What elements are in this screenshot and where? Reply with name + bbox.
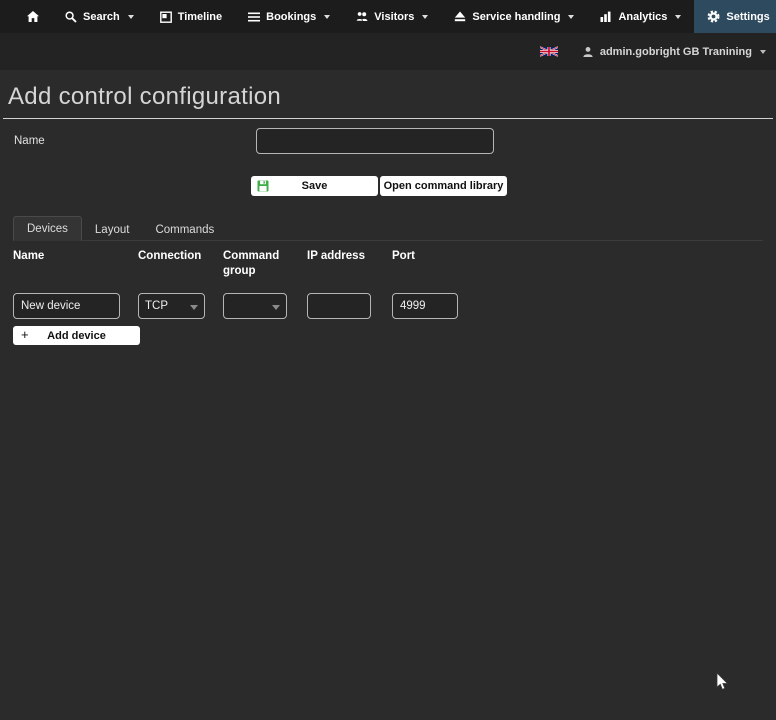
eject-icon <box>454 11 466 22</box>
name-input[interactable] <box>256 128 494 154</box>
nav-settings-label: Settings <box>726 10 770 23</box>
nav-analytics[interactable]: Analytics <box>587 0 694 33</box>
gear-icon <box>707 10 720 23</box>
nav-settings[interactable]: Settings <box>694 0 776 33</box>
open-command-library-label: Open command library <box>383 180 504 192</box>
port-input[interactable] <box>392 293 458 319</box>
home-icon <box>27 11 39 22</box>
main-content: Add control configuration Name Save Open… <box>0 70 776 720</box>
action-buttons: Save Open command library <box>251 176 776 196</box>
header-ip-address: IP address <box>307 250 365 262</box>
uk-flag-icon[interactable] <box>539 46 558 57</box>
chevron-down-icon <box>272 305 280 310</box>
header-port: Port <box>392 250 415 262</box>
nav-timeline[interactable]: Timeline <box>147 0 235 33</box>
nav-bookings[interactable]: Bookings <box>235 0 343 33</box>
nav-visitors-label: Visitors <box>374 10 415 23</box>
devices-table-header: Name Connection Command group IP address… <box>13 249 776 279</box>
save-button[interactable]: Save <box>251 176 378 196</box>
title-divider <box>3 118 773 119</box>
save-button-label: Save <box>301 180 328 192</box>
calendar-icon <box>159 11 172 23</box>
save-floppy-icon <box>257 180 269 192</box>
chevron-down-icon <box>190 305 198 310</box>
name-form-row: Name <box>0 128 776 154</box>
user-menu-label: admin.gobright GB Tranining <box>599 45 752 58</box>
open-command-library-button[interactable]: Open command library <box>380 176 507 196</box>
chevron-down-icon <box>568 14 575 19</box>
chevron-down-icon <box>324 14 331 19</box>
connection-select-value: TCP <box>145 300 168 312</box>
nav-home[interactable] <box>14 0 52 33</box>
header-connection: Connection <box>138 250 202 262</box>
plus-icon: + <box>21 327 29 342</box>
device-row: TCP <box>13 293 776 319</box>
nav-visitors[interactable]: Visitors <box>343 0 441 33</box>
header-name: Name <box>13 250 45 262</box>
people-icon <box>356 11 368 22</box>
header-command-group: Command group <box>223 250 280 277</box>
tab-commands[interactable]: Commands <box>142 218 227 241</box>
nav-bookings-label: Bookings <box>266 10 317 23</box>
connection-select[interactable]: TCP <box>138 293 205 319</box>
nav-analytics-label: Analytics <box>618 10 668 23</box>
chevron-down-icon <box>422 14 429 19</box>
nav-search-label: Search <box>83 10 120 23</box>
device-name-input[interactable] <box>13 293 120 319</box>
list-icon <box>248 12 261 22</box>
search-icon <box>65 10 77 23</box>
tab-bar: Devices Layout Commands <box>13 216 763 241</box>
chevron-down-icon <box>675 14 682 19</box>
tab-devices[interactable]: Devices <box>13 216 82 241</box>
main-navbar: Search Timeline Bookings Visitors Servic… <box>0 0 776 33</box>
user-bar: admin.gobright GB Tranining <box>0 33 776 70</box>
name-label: Name <box>14 135 45 147</box>
person-icon <box>582 46 594 58</box>
ip-address-input[interactable] <box>307 293 371 319</box>
tab-layout[interactable]: Layout <box>82 218 143 241</box>
chevron-down-icon <box>760 49 766 54</box>
nav-timeline-label: Timeline <box>177 10 223 23</box>
nav-service-handling-label: Service handling <box>472 10 561 23</box>
chevron-down-icon <box>127 14 134 19</box>
nav-search[interactable]: Search <box>52 0 147 33</box>
nav-service-handling[interactable]: Service handling <box>441 0 587 33</box>
add-device-button[interactable]: + Add device <box>13 326 140 345</box>
command-group-select[interactable] <box>223 293 287 319</box>
add-device-label: Add device <box>47 329 106 342</box>
user-menu[interactable]: admin.gobright GB Tranining <box>582 46 766 58</box>
devices-table: Name Connection Command group IP address… <box>0 249 776 345</box>
page-title: Add control configuration <box>8 83 281 110</box>
bar-chart-icon <box>600 11 612 22</box>
